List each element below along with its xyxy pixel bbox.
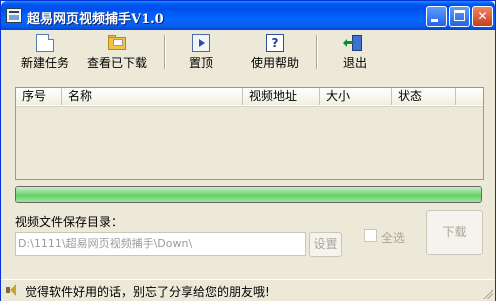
maximize-button[interactable] [449,6,470,27]
maximize-icon [454,10,465,21]
close-button[interactable]: ✕ [472,6,493,27]
view-downloaded-button[interactable]: 查看已下载 [84,34,150,72]
task-list[interactable]: 序号 名称 视频地址 大小 状态 [15,87,484,180]
column-header-status[interactable]: 状态 [392,88,456,105]
column-header-index[interactable]: 序号 [16,88,62,105]
column-header-filler [456,88,483,105]
speaker-icon [5,283,19,297]
exit-button[interactable]: 退出 [338,34,372,72]
select-all-label: 全选 [381,231,406,245]
help-button[interactable]: ? 使用帮助 [248,34,302,72]
view-downloaded-label: 查看已下载 [86,56,147,70]
column-header-url[interactable]: 视频地址 [243,88,320,105]
new-document-icon [36,34,54,52]
pin-top-label: 置顶 [188,56,213,70]
save-directory-label: 视频文件保存目录： [15,215,124,229]
app-icon[interactable] [6,8,22,23]
save-directory-input[interactable]: D:\1111\超易网页视频捕手\Down\ [15,232,306,256]
window-title: 超易网页视频捕手V1.0 [27,12,164,27]
new-task-label: 新建任务 [20,56,69,70]
toolbar-separator [316,35,318,69]
exit-label: 退出 [342,56,367,70]
column-header-size[interactable]: 大小 [320,88,392,105]
app-window: 超易网页视频捕手V1.0 ✕ 新建任务 查看已下载 置顶 ? 使用帮助 退出 序… [0,0,496,301]
minimize-button[interactable] [426,6,447,27]
help-icon: ? [266,34,284,52]
column-header-name[interactable]: 名称 [62,88,243,105]
task-list-header: 序号 名称 视频地址 大小 状态 [16,88,483,107]
help-label: 使用帮助 [250,56,299,70]
status-message: 觉得软件好用的话，别忘了分享给您的朋友哦! [25,285,270,299]
minimize-icon [431,19,438,22]
download-button[interactable]: 下载 [426,210,483,255]
status-bar: 觉得软件好用的话，别忘了分享给您的朋友哦! [1,279,495,301]
pin-top-button[interactable]: 置顶 [184,34,218,72]
exit-door-icon [343,34,364,52]
resize-grip-icon[interactable] [481,287,493,299]
download-progress-fill [16,187,481,202]
pin-top-icon [192,34,210,52]
set-directory-button[interactable]: 设置 [309,232,342,257]
title-bar[interactable]: 超易网页视频捕手V1.0 ✕ [1,1,495,30]
toolbar-separator [164,35,166,69]
download-progress-bar [15,186,482,203]
new-task-button[interactable]: 新建任务 [18,34,72,72]
select-all-checkbox[interactable] [364,229,377,242]
open-folder-icon [107,34,127,52]
toolbar: 新建任务 查看已下载 置顶 ? 使用帮助 退出 [4,31,492,75]
